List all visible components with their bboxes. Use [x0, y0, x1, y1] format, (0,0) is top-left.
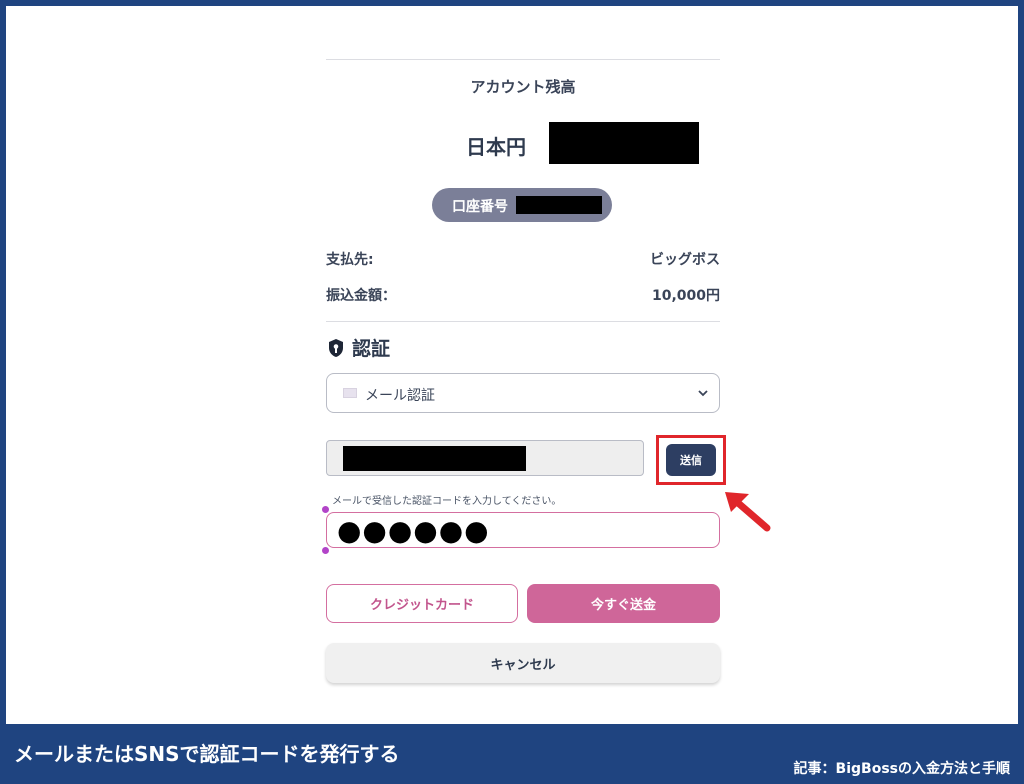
code-masked-value: ●●●●●●: [337, 514, 490, 547]
payee-label: 支払先:: [326, 252, 374, 268]
email-address-field[interactable]: [326, 440, 644, 476]
credit-card-button[interactable]: クレジットカード: [326, 584, 518, 623]
verification-code-input[interactable]: ●●●●●●: [326, 512, 720, 548]
caption-source: 記事：BigBossの入金方法と手順: [793, 761, 1010, 777]
send-now-button[interactable]: 今すぐ送金: [527, 584, 720, 623]
screenshot-panel: アカウント残高 日本円 口座番号 支払先: ビッグボス 振込金額： 10,000…: [6, 6, 1018, 724]
shield-icon: [329, 339, 343, 357]
payee-value: ビッグボス: [650, 252, 720, 268]
mail-icon: [343, 388, 357, 398]
balance-label: アカウント残高: [470, 78, 576, 96]
account-number-badge: 口座番号: [432, 188, 612, 222]
top-divider: [326, 59, 720, 60]
amount-row: 振込金額： 10,000円: [326, 285, 720, 307]
balance-amount-redacted: [549, 122, 699, 164]
auth-heading-text: 認証: [352, 338, 391, 360]
balance-row: 日本円: [326, 122, 720, 164]
selection-handle-start: [322, 506, 329, 513]
email-redacted: [343, 446, 526, 471]
arrow-pointer-icon: [725, 492, 771, 532]
amount-value: 10,000円: [651, 288, 720, 304]
caption-title: メールまたはSNSで認証コードを発行する: [14, 742, 400, 766]
send-code-button[interactable]: 送信: [666, 444, 716, 476]
currency-label: 日本円: [466, 135, 526, 159]
payment-form: アカウント残高 日本円 口座番号 支払先: ビッグボス 振込金額： 10,000…: [322, 6, 726, 724]
section-divider: [326, 321, 720, 322]
chevron-down-icon: [698, 390, 708, 397]
auth-method-select[interactable]: メール認証: [326, 373, 720, 413]
account-number-label: 口座番号: [452, 199, 508, 215]
cancel-button[interactable]: キャンセル: [326, 643, 720, 683]
amount-label: 振込金額：: [326, 288, 396, 304]
account-number-redacted: [516, 196, 602, 214]
auth-method-value: メール認証: [365, 388, 435, 404]
send-highlight-box: 送信: [656, 435, 726, 485]
code-hint: メールで受信した認証コードを入力してください。: [332, 496, 562, 507]
selection-handle-end: [322, 547, 329, 554]
payee-row: 支払先: ビッグボス: [326, 249, 720, 271]
